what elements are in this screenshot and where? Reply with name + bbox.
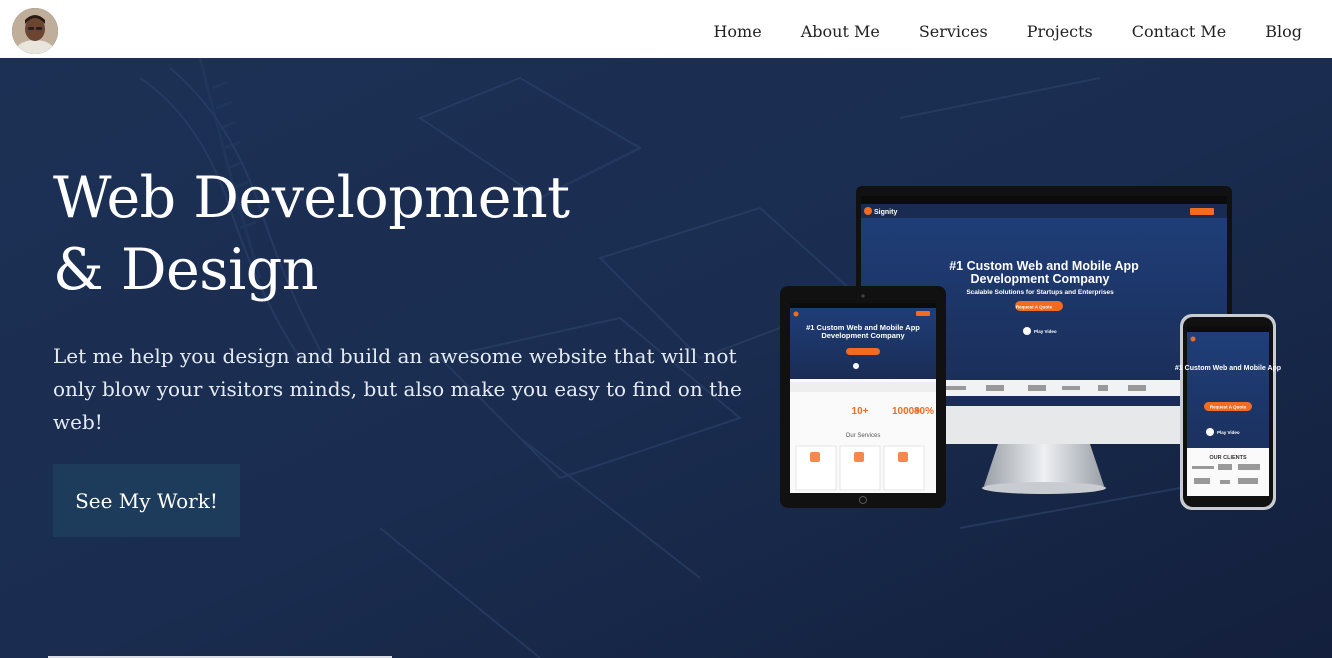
profile-avatar[interactable] bbox=[12, 8, 58, 54]
nav-home-link[interactable]: Home bbox=[713, 22, 761, 41]
desktop-brand-text: Signity bbox=[874, 209, 897, 216]
phone-play-text: Play Video bbox=[1217, 430, 1240, 435]
avatar-portrait-icon bbox=[12, 8, 58, 54]
hero-title: Web Development & Design bbox=[53, 162, 570, 306]
tablet-device: #1 Custom Web and Mobile App Development… bbox=[780, 286, 946, 508]
see-my-work-button[interactable]: See My Work! bbox=[53, 464, 240, 537]
hero-title-line-1: Web Development bbox=[53, 165, 570, 231]
hero-section: Web Development & Design Let me help you… bbox=[0, 58, 1332, 658]
hero-subtitle: Let me help you design and build an awes… bbox=[53, 344, 742, 434]
phone-headline: #1 Custom Web and Mobile App bbox=[1175, 365, 1281, 372]
nav-blog-link[interactable]: Blog bbox=[1265, 22, 1302, 41]
desktop-headline-1: #1 Custom Web and Mobile App bbox=[949, 259, 1139, 273]
responsive-devices-mockup: Signity #1 Custom Web and Mobile App Dev… bbox=[780, 186, 1281, 510]
desktop-quote-button-text: Request A Quote bbox=[1016, 305, 1053, 310]
nav-contact-link[interactable]: Contact Me bbox=[1132, 22, 1226, 41]
nav-projects-link[interactable]: Projects bbox=[1027, 22, 1093, 41]
tablet-services-heading: Our Services bbox=[846, 433, 881, 439]
phone-clients-heading: OUR CLIENTS bbox=[1209, 455, 1247, 461]
nav-about-link[interactable]: About Me bbox=[801, 22, 880, 41]
desktop-play-text: Play Video bbox=[1034, 329, 1057, 334]
desktop-tagline: Scalable Solutions for Startups and Ente… bbox=[966, 289, 1114, 296]
hero-title-line-2: & Design bbox=[53, 237, 318, 303]
tablet-stat-10: 10+ bbox=[852, 406, 869, 417]
phone-quote-button-text: Request A Quote bbox=[1210, 405, 1247, 410]
tablet-headline-2: Development Company bbox=[821, 331, 905, 340]
nav-services-link[interactable]: Services bbox=[919, 22, 988, 41]
phone-device: #1 Custom Web and Mobile App Request A Q… bbox=[1175, 314, 1281, 510]
tablet-stat-80: 80% bbox=[914, 406, 934, 417]
navbar: Home About Me Services Projects Contact … bbox=[0, 0, 1332, 58]
main-nav: Home About Me Services Projects Contact … bbox=[713, 0, 1302, 62]
desktop-headline-2: Development Company bbox=[971, 272, 1110, 286]
